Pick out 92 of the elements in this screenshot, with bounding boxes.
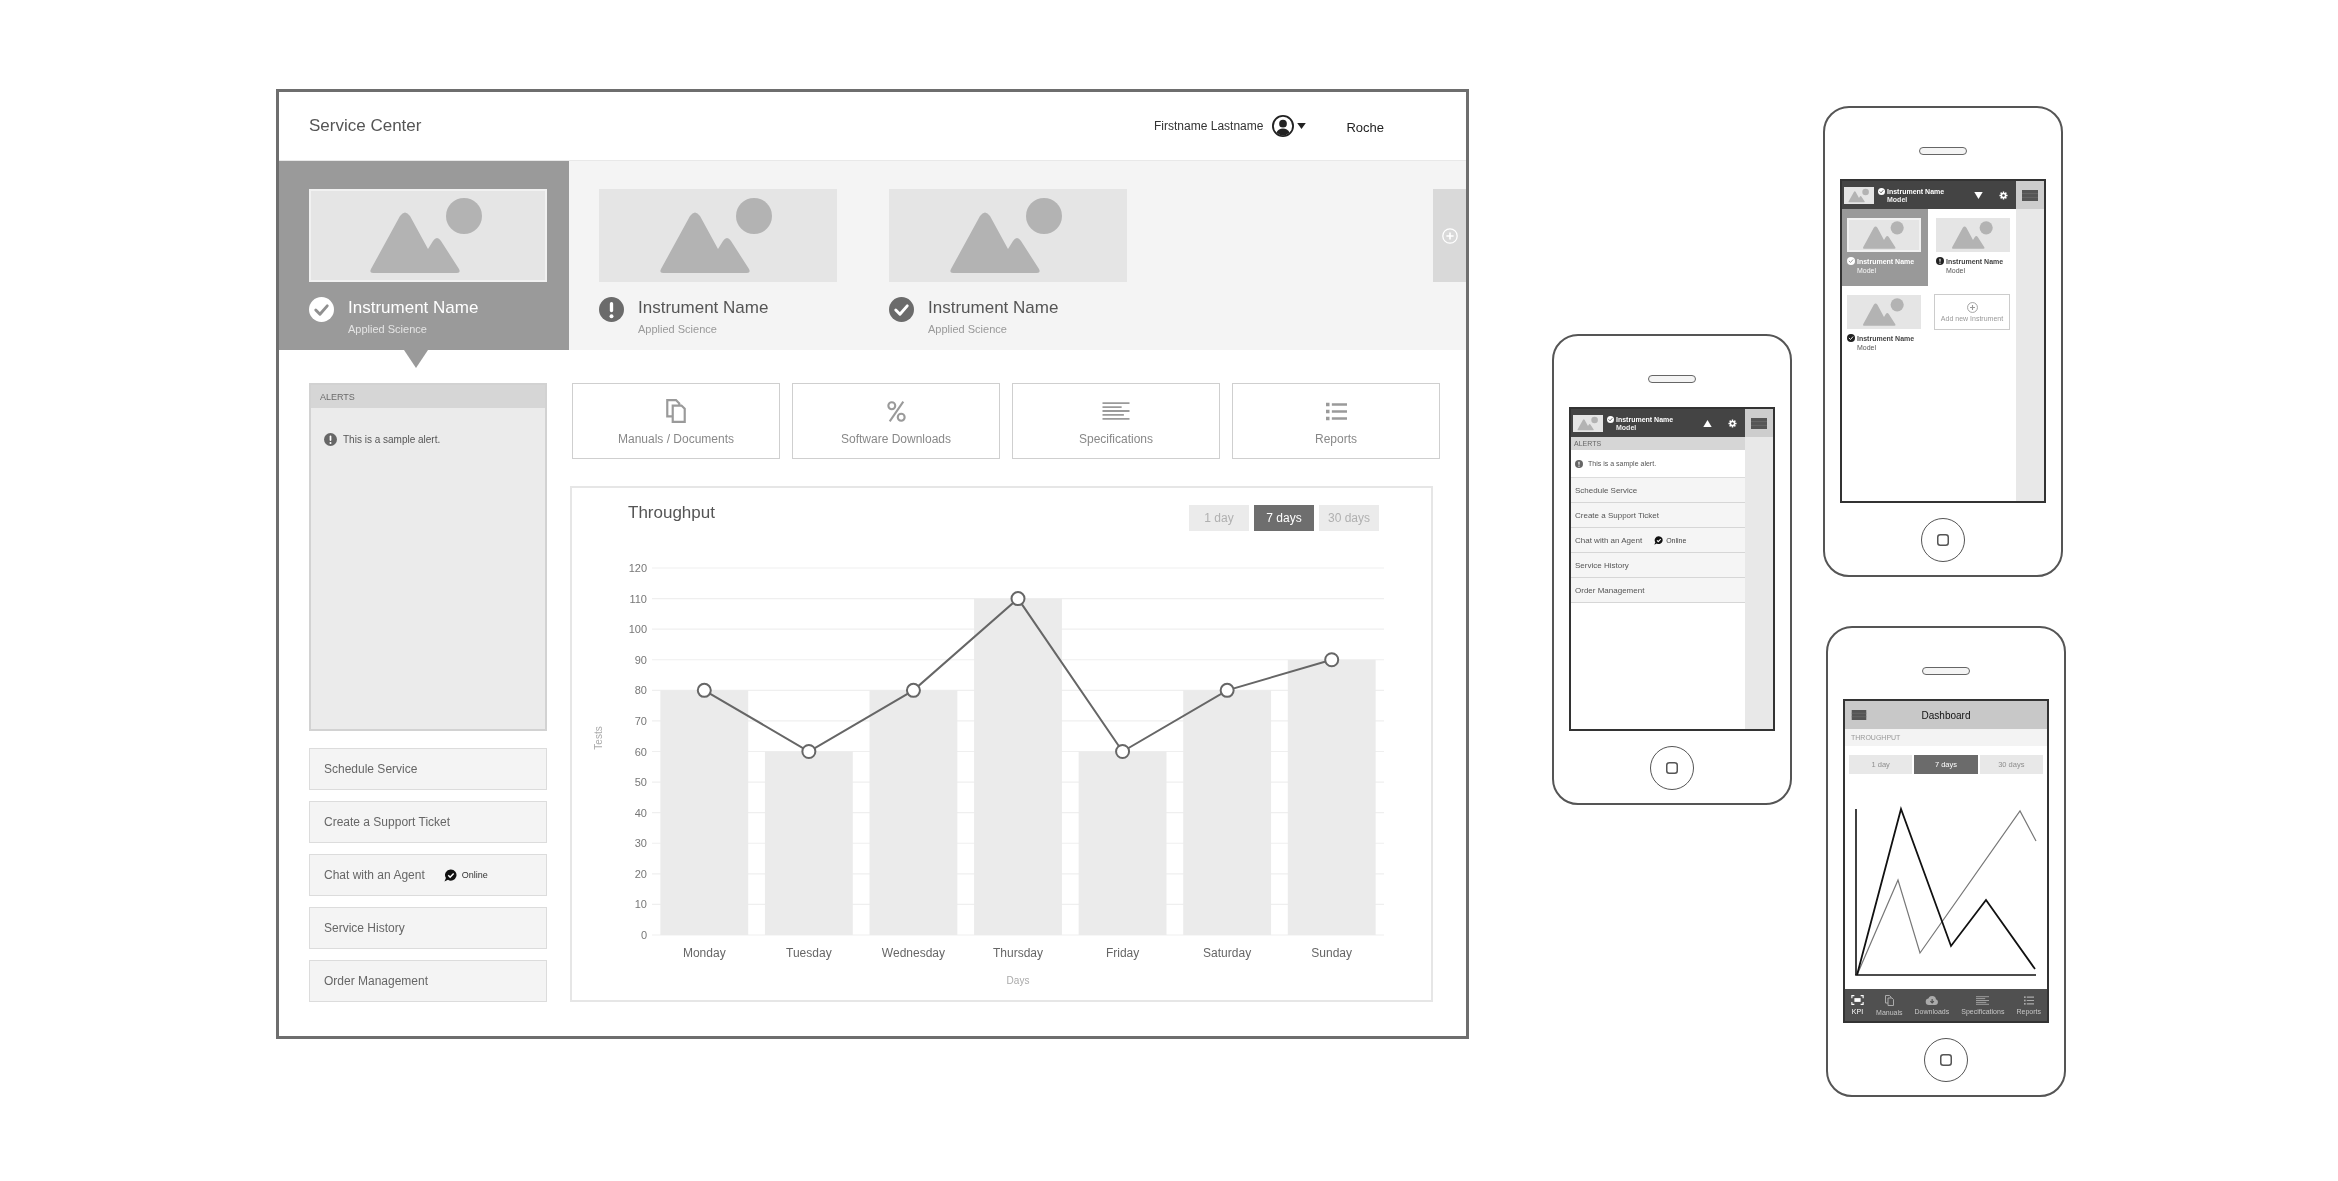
square-icon	[1937, 534, 1949, 546]
instrument-category: Applied Science	[348, 322, 427, 336]
image-placeholder	[1573, 414, 1603, 432]
instrument-name: Instrument Name	[638, 297, 769, 318]
nav-tile[interactable]: Specifications	[1012, 383, 1220, 459]
axis-category-label: Saturday	[1203, 946, 1252, 960]
list-icon	[1325, 401, 1347, 421]
bracket-frame-icon[interactable]	[1851, 995, 1864, 1005]
square-icon	[1666, 762, 1678, 774]
documents-icon	[666, 399, 686, 423]
action-button[interactable]: Service History	[1571, 553, 1745, 578]
axis-tick-label: 50	[634, 776, 647, 789]
axis-category-label: Friday	[1105, 946, 1140, 960]
plus-circle-icon	[1441, 227, 1458, 244]
screen-title: Dashboard	[1921, 709, 1971, 721]
action-button[interactable]: Chat with an Agent Online	[309, 854, 547, 896]
presence-label: Online	[461, 870, 488, 880]
speaker-slot-icon	[1922, 667, 1970, 675]
data-point	[1219, 682, 1235, 698]
cloud-download-icon[interactable]	[1925, 995, 1939, 1005]
axis-category-label: Monday	[682, 946, 726, 960]
axis-tick-label: 70	[634, 714, 647, 727]
chat-check-icon	[1654, 535, 1664, 545]
exclamation-circle-icon	[324, 433, 337, 446]
axis-category-label: Thursday	[993, 946, 1043, 960]
axis-tick-label: 110	[629, 592, 647, 605]
speaker-slot-icon	[1648, 375, 1696, 383]
nav-tile[interactable]: Manuals / Documents	[572, 383, 780, 459]
axis-title: Days	[1006, 975, 1030, 986]
chat-check-icon	[443, 868, 457, 882]
data-point	[905, 682, 921, 698]
instrument-category: Applied Science	[638, 322, 717, 336]
brand-label: Roche	[1346, 120, 1384, 135]
data-point	[1324, 652, 1340, 668]
action-button[interactable]: Order Management	[1571, 578, 1745, 603]
menu-icon[interactable]	[1851, 710, 1867, 720]
square-icon	[1940, 1054, 1952, 1066]
caret-down-icon[interactable]	[1297, 123, 1307, 129]
speaker-slot-icon	[1919, 147, 1967, 155]
action-button[interactable]: Create a Support Ticket	[1571, 503, 1745, 528]
alerts-header: ALERTS	[311, 385, 545, 408]
settings-icon[interactable]	[1999, 190, 2008, 200]
axis-tick-label: 100	[628, 623, 647, 636]
home-button[interactable]	[1924, 1038, 1968, 1082]
caret-down-icon[interactable]	[1974, 191, 1983, 199]
menu-icon[interactable]	[2022, 189, 2038, 201]
axis-tick-label: 20	[634, 867, 647, 880]
action-button[interactable]: Schedule Service	[1571, 478, 1745, 503]
instrument-name: Instrument Name	[928, 297, 1059, 318]
axis-tick-label: 0	[640, 929, 647, 941]
nav-tile[interactable]: Reports	[1232, 383, 1440, 459]
documents-icon[interactable]	[1884, 994, 1894, 1006]
avatar-icon[interactable]	[1272, 115, 1295, 137]
instrument-name: Instrument Name	[348, 297, 479, 318]
axis-tick-label: 30	[634, 837, 647, 850]
axis-title: Tests	[593, 726, 604, 750]
exclamation-circle-icon	[1575, 459, 1583, 468]
action-button[interactable]: Service History	[309, 907, 547, 949]
axis-category-label: Tuesday	[786, 946, 832, 960]
user-name: Firstname Lastname	[1154, 119, 1264, 133]
axis-tick-label: 80	[634, 684, 647, 697]
alert-text: This is a sample alert.	[343, 434, 441, 445]
range-tab[interactable]: 7 days	[1254, 505, 1314, 531]
data-point	[1010, 591, 1026, 607]
percent-icon	[886, 399, 906, 423]
data-point	[696, 682, 712, 698]
lines-icon[interactable]	[1976, 995, 1990, 1005]
axis-tick-label: 60	[634, 745, 647, 758]
nav-tile[interactable]: Software Downloads	[792, 383, 1000, 459]
plus-circle-icon	[1966, 302, 1978, 313]
action-button[interactable]: Schedule Service	[309, 748, 547, 790]
action-button[interactable]: Order Management	[309, 960, 547, 1002]
data-point	[1115, 744, 1131, 759]
axis-category-label: Sunday	[1311, 946, 1353, 960]
menu-icon[interactable]	[1751, 417, 1767, 429]
app-title: Service Center	[309, 116, 422, 136]
axis-category-label: Wednesday	[881, 946, 945, 960]
instrument-category: Applied Science	[928, 322, 1007, 336]
axis-tick-label: 40	[634, 806, 647, 819]
action-button[interactable]: Create a Support Ticket	[309, 801, 547, 843]
settings-icon[interactable]	[1728, 418, 1737, 428]
image-placeholder	[1844, 186, 1874, 204]
list-icon[interactable]	[2023, 995, 2034, 1005]
axis-tick-label: 10	[634, 898, 647, 911]
home-button[interactable]	[1921, 518, 1965, 562]
axis-tick-label: 120	[628, 562, 647, 574]
caret-up-icon[interactable]	[1703, 419, 1712, 427]
lines-icon	[1102, 402, 1130, 420]
data-point	[801, 744, 817, 759]
axis-tick-label: 90	[634, 653, 647, 666]
home-button[interactable]	[1650, 746, 1694, 790]
chart-title: Throughput	[628, 503, 715, 523]
